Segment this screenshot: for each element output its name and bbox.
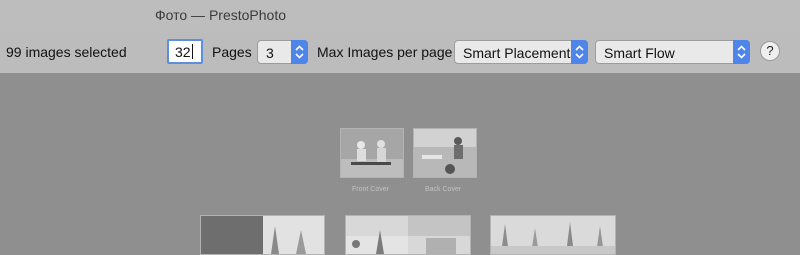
toolbar: 99 images selected 32 Pages 3 Max Images… xyxy=(0,33,800,73)
selection-count: 99 images selected xyxy=(6,44,127,60)
text-caret xyxy=(191,44,193,59)
select-arrows-icon xyxy=(571,40,588,64)
back-cover-thumbnail[interactable] xyxy=(413,128,477,178)
back-cover-label: Back Cover xyxy=(425,186,462,193)
title-bar: Фото — PrestoPhoto xyxy=(0,0,800,33)
page-spread-thumbnail[interactable] xyxy=(345,215,471,255)
page-spread-thumbnail[interactable] xyxy=(490,215,616,255)
help-icon: ? xyxy=(766,43,774,58)
placement-select[interactable]: Smart Placement xyxy=(454,40,588,64)
max-images-value: 3 xyxy=(266,45,274,61)
front-cover-label: Front Cover xyxy=(352,186,389,193)
help-button[interactable]: ? xyxy=(760,41,780,61)
max-images-label: Max Images per page xyxy=(317,44,453,60)
flow-select-value: Smart Flow xyxy=(604,45,675,61)
window-title: Фото — PrestoPhoto xyxy=(155,7,286,23)
max-images-stepper[interactable]: 3 xyxy=(257,40,308,64)
pages-label: Pages xyxy=(212,44,252,60)
placement-select-value: Smart Placement xyxy=(463,45,571,61)
pages-input-value: 32 xyxy=(175,44,191,60)
front-cover-thumbnail[interactable] xyxy=(340,128,404,178)
pages-input[interactable]: 32 xyxy=(167,39,203,64)
stepper-arrows-icon[interactable] xyxy=(291,40,308,64)
select-arrows-icon xyxy=(733,40,750,64)
page-spread-thumbnail[interactable] xyxy=(200,215,325,255)
flow-select[interactable]: Smart Flow xyxy=(595,40,750,64)
